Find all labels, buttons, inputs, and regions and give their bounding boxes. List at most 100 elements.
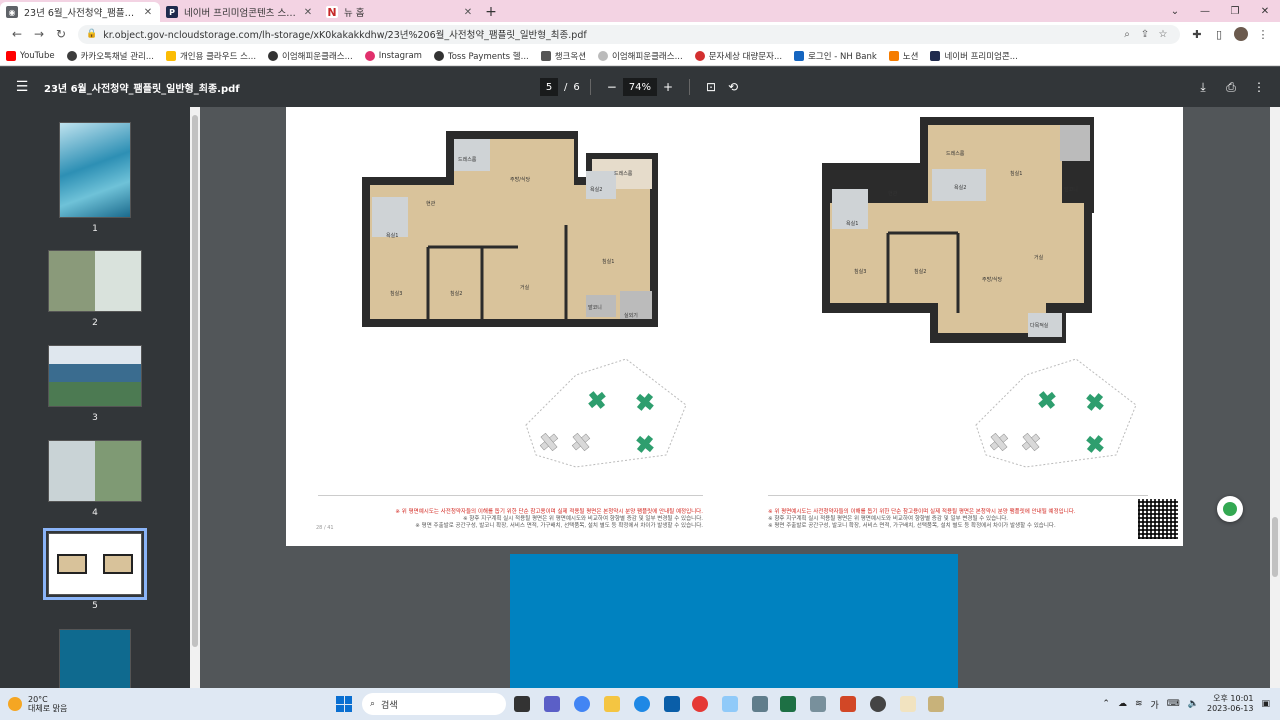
excel-icon[interactable]	[780, 696, 796, 712]
room-label: 침실1	[602, 258, 614, 265]
bookmark-label: 챙크옥션	[554, 51, 587, 62]
extensions-icon[interactable]: ✚	[1186, 24, 1208, 44]
minimize-icon[interactable]: —	[1190, 0, 1220, 22]
thumbnail-page-6[interactable]: 6	[0, 629, 190, 688]
ime-language[interactable]: 가	[1150, 698, 1158, 711]
opera-icon[interactable]	[692, 696, 708, 712]
zoom-out-button[interactable]: −	[601, 80, 623, 94]
start-button[interactable]	[336, 696, 352, 712]
close-icon[interactable]: ✕	[142, 7, 154, 18]
weather-widget[interactable]: 20°C 대체로 맑음	[8, 695, 128, 713]
viewer-scrollbar[interactable]	[1270, 107, 1280, 688]
chevron-down-icon[interactable]: ⌄	[1160, 0, 1190, 22]
forward-icon[interactable]: →	[28, 24, 50, 44]
powerpoint-icon[interactable]	[840, 696, 856, 712]
cloud-icon[interactable]: ☁	[1118, 699, 1127, 709]
notepad-icon[interactable]	[752, 696, 768, 712]
chevron-up-icon[interactable]: ⌃	[1102, 699, 1110, 709]
thumbnail-page-5[interactable]: 5	[0, 528, 190, 611]
network-icon[interactable]: ⌨	[1167, 699, 1180, 709]
media-icon[interactable]	[870, 696, 886, 712]
tab-naver-premium[interactable]: P 네이버 프리미엄콘텐츠 스튜디오 ✕	[160, 2, 320, 22]
divider	[768, 495, 1148, 496]
more-vert-icon[interactable]: ⋮	[1248, 80, 1270, 94]
bookmark-label: 카카오톡채널 관리...	[80, 51, 154, 62]
volume-icon[interactable]: 🔈	[1188, 699, 1199, 709]
chrome-icon[interactable]	[574, 696, 590, 712]
avatar[interactable]	[1234, 27, 1248, 41]
globe-icon	[433, 50, 444, 61]
pdf-toolbar: ☰ 23년 6월_사전청약_팸플릿_일반형_최종.pdf 5 / 6 − 74%…	[0, 67, 1280, 107]
thumbnail-page-3[interactable]: 3	[0, 345, 190, 423]
thumbnail-page-2[interactable]: 2	[0, 250, 190, 328]
print-icon[interactable]: ⎙	[1220, 80, 1242, 95]
pdf-viewer[interactable]: 드레스룸 주방/식당 현관 욕실1 욕실2 드레스룸 침실3 침실2 거실 침실…	[200, 107, 1270, 688]
bookmark-instagram[interactable]: Instagram	[364, 50, 422, 61]
calculator-icon[interactable]	[810, 696, 826, 712]
menu-icon[interactable]: ☰	[0, 79, 44, 95]
bookmark-cloud[interactable]: 개인용 클라우드 스...	[165, 50, 257, 62]
snipping-icon[interactable]	[722, 696, 738, 712]
taskbar-search[interactable]: ⌕ 검색	[362, 693, 506, 715]
bookmark-youtube[interactable]: YouTube	[6, 50, 55, 61]
bookmark-label: 이엄해피운클래스...	[282, 51, 353, 62]
sidebar-scrollbar[interactable]	[190, 107, 200, 688]
bookmark-sms[interactable]: 문자세상 대량문자...	[694, 50, 782, 62]
more-vert-icon[interactable]: ⋮	[1252, 24, 1274, 44]
restore-icon[interactable]: ❐	[1220, 0, 1250, 22]
bookmark-nhbank[interactable]: 로그인 - NH Bank	[794, 50, 877, 62]
zoom-input[interactable]: 74%	[622, 78, 657, 96]
reload-icon[interactable]: ↻	[50, 24, 72, 44]
weather-desc: 대체로 맑음	[28, 704, 68, 713]
wifi-icon[interactable]: ≋	[1135, 699, 1143, 709]
store-icon[interactable]	[664, 696, 680, 712]
tab-new-home[interactable]: N 뉴 홈 ✕	[320, 2, 480, 22]
bookmark-notion[interactable]: 노션	[888, 50, 918, 62]
thumbnail-page-1[interactable]: 1	[0, 122, 190, 234]
tab-pdf[interactable]: ◉ 23년 6월_사전청약_팸플릿_일반형_최종.pdf ✕	[0, 2, 160, 22]
bookmark-auction[interactable]: 챙크옥션	[540, 50, 587, 62]
star-icon[interactable]: ☆	[1154, 29, 1172, 40]
room-label: 발코니	[588, 304, 602, 311]
rotate-icon[interactable]: ⟲	[722, 80, 744, 94]
fit-page-icon[interactable]: ⊡	[700, 80, 722, 94]
task-view-icon[interactable]	[514, 696, 530, 712]
notification-icon[interactable]: ▣	[1261, 699, 1270, 709]
close-window-icon[interactable]: ✕	[1250, 0, 1280, 22]
bookmark-kakao[interactable]: 카카오톡채널 관리...	[66, 50, 154, 62]
new-tab-button[interactable]: +	[480, 2, 502, 22]
back-icon[interactable]: ←	[6, 24, 28, 44]
download-icon[interactable]: ⤓	[1192, 80, 1214, 95]
share-icon[interactable]: ⇪	[1136, 29, 1154, 40]
pdf-page-5: 드레스룸 주방/식당 현관 욕실1 욕실2 드레스룸 침실3 침실2 거실 침실…	[286, 107, 1183, 546]
clock[interactable]: 오후 10:01 2023-06-13	[1207, 694, 1254, 714]
thumbnail-image	[59, 122, 131, 218]
file-explorer-icon[interactable]	[604, 696, 620, 712]
zoom-in-button[interactable]: +	[657, 80, 679, 94]
url-input[interactable]: 🔒 kr.object.gov-ncloudstorage.com/lh-sto…	[78, 24, 1180, 44]
close-icon[interactable]: ✕	[302, 7, 314, 18]
bookmark-class1[interactable]: 이엄해피운클래스...	[268, 50, 353, 62]
room-label: 발코니	[1064, 186, 1078, 193]
room-label: 다목적실	[1030, 322, 1049, 329]
extension-float-button[interactable]	[1217, 496, 1243, 522]
naver-premium-icon	[930, 50, 941, 61]
bookmark-label: 개인용 클라우드 스...	[179, 51, 257, 62]
notes-icon[interactable]	[900, 696, 916, 712]
thumbnail-page-4[interactable]: 4	[0, 440, 190, 518]
notes-right: ※ 위 평면예시도는 사전청약자들의 이해를 돕기 위한 단순 참고용이며 실제…	[768, 509, 1076, 530]
bookmark-class2[interactable]: 이엄해피운클래스...	[598, 50, 683, 62]
app-icon[interactable]	[928, 696, 944, 712]
note-line: ※ 위 평면예시도는 사전청약자들의 이해를 돕기 위한 단순 참고용이며 실제…	[395, 509, 703, 515]
lock-icon[interactable]: 🔒	[86, 29, 97, 39]
search-label: 검색	[381, 700, 398, 711]
edge-icon[interactable]	[634, 696, 650, 712]
room-label: 욕실2	[954, 184, 966, 191]
bookmark-toss[interactable]: Toss Payments 헬...	[433, 50, 529, 62]
sidepanel-icon[interactable]: ▯	[1208, 24, 1230, 44]
bookmark-naver-premium[interactable]: 네이버 프리미엄콘...	[930, 50, 1018, 62]
chat-icon[interactable]	[544, 696, 560, 712]
page-number-input[interactable]: 5	[540, 78, 558, 96]
close-icon[interactable]: ✕	[462, 7, 474, 18]
zoom-icon[interactable]: ⌕	[1118, 29, 1136, 40]
